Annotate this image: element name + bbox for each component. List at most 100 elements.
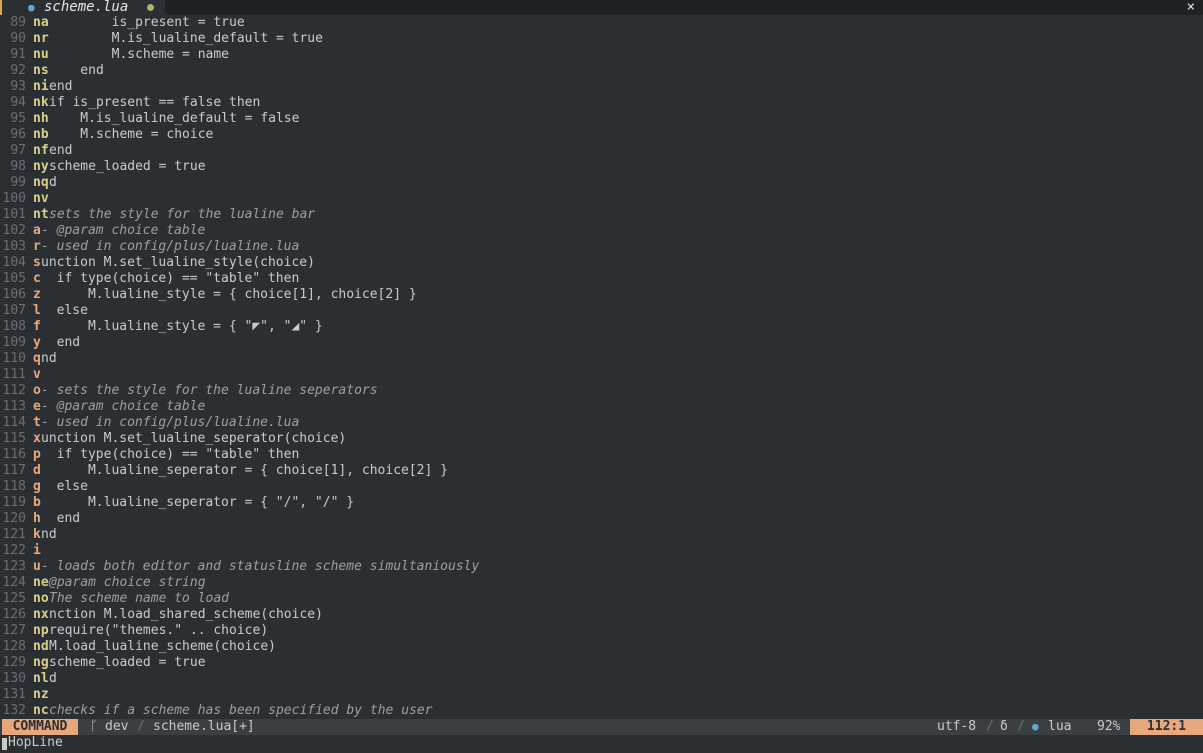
hop-hint-label[interactable]: k bbox=[33, 527, 41, 543]
code-line[interactable]: 98 ny scheme_loaded = true bbox=[0, 159, 1203, 175]
hop-hint-label[interactable]: o bbox=[33, 383, 41, 399]
code-line[interactable]: 131 nz bbox=[0, 687, 1203, 703]
code-line[interactable]: 99 nq d bbox=[0, 175, 1203, 191]
code-line[interactable]: 108 f M.lualine_style = { "◤", "◢" } bbox=[0, 319, 1203, 335]
hop-hint-label[interactable]: nf bbox=[33, 143, 49, 159]
code-line[interactable]: 95 nh M.is_lualine_default = false bbox=[0, 111, 1203, 127]
hop-hint-label[interactable]: nv bbox=[33, 191, 49, 207]
editor-buffer[interactable]: 89 na is_present = true 90 nr M.is_lualine_… bbox=[0, 15, 1203, 719]
code-line[interactable]: 122 i bbox=[0, 543, 1203, 559]
hop-hint-label[interactable]: np bbox=[33, 623, 49, 639]
hop-hint-label[interactable]: c bbox=[33, 271, 41, 287]
hop-hint-label[interactable]: g bbox=[33, 479, 41, 495]
code-line[interactable]: 126 nx nction M.load_shared_scheme(choice) bbox=[0, 607, 1203, 623]
code-line[interactable]: 90 nr M.is_lualine_default = true bbox=[0, 31, 1203, 47]
hop-hint-label[interactable]: f bbox=[33, 319, 41, 335]
hop-hint-label[interactable]: nd bbox=[33, 639, 49, 655]
line-number: 118 bbox=[2, 479, 26, 494]
hop-hint-label[interactable]: nx bbox=[33, 607, 49, 623]
hop-hint-label[interactable]: x bbox=[33, 431, 41, 447]
code-line[interactable]: 127 np require("themes." .. choice) bbox=[0, 623, 1203, 639]
code-line[interactable]: 125 no The scheme name to load bbox=[0, 591, 1203, 607]
code-line[interactable]: 111 v bbox=[0, 367, 1203, 383]
code-line[interactable]: 112 o - sets the style for the lualine sep… bbox=[0, 383, 1203, 399]
tab-scheme-lua[interactable]: ● scheme.lua bbox=[0, 0, 165, 15]
code-comment: - used in config/plus/lualine.lua bbox=[41, 239, 300, 254]
hop-hint-label[interactable]: nc bbox=[33, 703, 49, 719]
code-line[interactable]: 121 k nd bbox=[0, 527, 1203, 543]
hop-hint-label[interactable]: nb bbox=[33, 127, 49, 143]
hop-hint-label[interactable]: nz bbox=[33, 687, 49, 703]
code-line[interactable]: 107 l else bbox=[0, 303, 1203, 319]
code-line[interactable]: 96 nb M.scheme = choice bbox=[0, 127, 1203, 143]
hop-hint-label[interactable]: b bbox=[33, 495, 41, 511]
hop-hint-label[interactable]: ni bbox=[33, 79, 49, 95]
hop-hint-label[interactable]: nl bbox=[33, 671, 49, 687]
code-line[interactable]: 89 na is_present = true bbox=[0, 15, 1203, 31]
line-number: 114 bbox=[2, 415, 26, 430]
hop-hint-label[interactable]: nt bbox=[33, 207, 49, 223]
hop-hint-label[interactable]: h bbox=[33, 511, 41, 527]
code-line[interactable]: 91 nu M.scheme = name bbox=[0, 47, 1203, 63]
close-icon[interactable]: × bbox=[1187, 0, 1195, 15]
code-line[interactable]: 115 x unction M.set_lualine_seperator(choi… bbox=[0, 431, 1203, 447]
hop-hint-label[interactable]: y bbox=[33, 335, 41, 351]
code-line[interactable]: 132 nc checks if a scheme has been specifi… bbox=[0, 703, 1203, 719]
code-line[interactable]: 114 t - used in config/plus/lualine.lua bbox=[0, 415, 1203, 431]
hop-hint-label[interactable]: ne bbox=[33, 575, 49, 591]
code-line[interactable]: 101 nt sets the style for the lualine bar bbox=[0, 207, 1203, 223]
code-line[interactable]: 120 h end bbox=[0, 511, 1203, 527]
hop-hint-label[interactable]: a bbox=[33, 223, 41, 239]
hop-hint-label[interactable]: e bbox=[33, 399, 41, 415]
code-line[interactable]: 102 a - @param choice table bbox=[0, 223, 1203, 239]
line-number: 93 bbox=[10, 79, 26, 94]
code-line[interactable]: 110 q nd bbox=[0, 351, 1203, 367]
hop-hint-label[interactable]: l bbox=[33, 303, 41, 319]
code-text: end bbox=[41, 335, 81, 350]
code-line[interactable]: 124 ne @param choice string bbox=[0, 575, 1203, 591]
hop-hint-label[interactable]: p bbox=[33, 447, 41, 463]
code-line[interactable]: 93 ni end bbox=[0, 79, 1203, 95]
hop-hint-label[interactable]: na bbox=[33, 15, 49, 31]
code-line[interactable]: 106 z M.lualine_style = { choice[1], choi… bbox=[0, 287, 1203, 303]
code-line[interactable]: 97 nf end bbox=[0, 143, 1203, 159]
hop-hint-label[interactable]: s bbox=[33, 255, 41, 271]
hop-hint-label[interactable]: d bbox=[33, 463, 41, 479]
file-format-icon: δ bbox=[1000, 719, 1008, 734]
hop-hint-label[interactable]: ng bbox=[33, 655, 49, 671]
hop-hint-label[interactable]: u bbox=[33, 559, 41, 575]
code-line[interactable]: 116 p if type(choice) == "table" then bbox=[0, 447, 1203, 463]
code-line[interactable]: 130 nl d bbox=[0, 671, 1203, 687]
line-number: 129 bbox=[2, 655, 26, 670]
code-line[interactable]: 119 b M.lualine_seperator = { "/", "/" } bbox=[0, 495, 1203, 511]
hop-hint-label[interactable]: nh bbox=[33, 111, 49, 127]
hop-hint-label[interactable]: v bbox=[33, 367, 41, 383]
hop-hint-label[interactable]: ny bbox=[33, 159, 49, 175]
code-line[interactable]: 92 ns end bbox=[0, 63, 1203, 79]
code-line[interactable]: 94 nk if is_present == false then bbox=[0, 95, 1203, 111]
hop-hint-label[interactable]: z bbox=[33, 287, 41, 303]
code-line[interactable]: 118 g else bbox=[0, 479, 1203, 495]
hop-hint-label[interactable]: r bbox=[33, 239, 41, 255]
command-line[interactable]: HopLine bbox=[0, 735, 1203, 753]
code-line[interactable]: 129 ng scheme_loaded = true bbox=[0, 655, 1203, 671]
code-line[interactable]: 103 r - used in config/plus/lualine.lua bbox=[0, 239, 1203, 255]
code-line[interactable]: 117 d M.lualine_seperator = { choice[1], … bbox=[0, 463, 1203, 479]
code-line[interactable]: 128 nd M.load_lualine_scheme(choice) bbox=[0, 639, 1203, 655]
hop-hint-label[interactable]: nr bbox=[33, 31, 49, 47]
hop-hint-label[interactable]: nq bbox=[33, 175, 49, 191]
hop-hint-label[interactable]: no bbox=[33, 591, 49, 607]
code-line[interactable]: 109 y end bbox=[0, 335, 1203, 351]
code-line[interactable]: 100 nv bbox=[0, 191, 1203, 207]
hop-hint-label[interactable]: ns bbox=[33, 63, 49, 79]
code-line[interactable]: 104 s unction M.set_lualine_style(choice) bbox=[0, 255, 1203, 271]
code-line[interactable]: 123 u - loads both editor and statusline s… bbox=[0, 559, 1203, 575]
hop-hint-label[interactable]: nu bbox=[33, 47, 49, 63]
hop-hint-label[interactable]: nk bbox=[33, 95, 49, 111]
hop-hint-label[interactable]: i bbox=[33, 543, 41, 559]
code-comment: sets the style for the lualine bar bbox=[49, 207, 316, 222]
code-line[interactable]: 105 c if type(choice) == "table" then bbox=[0, 271, 1203, 287]
hop-hint-label[interactable]: q bbox=[33, 351, 41, 367]
code-line[interactable]: 113 e - @param choice table bbox=[0, 399, 1203, 415]
hop-hint-label[interactable]: t bbox=[33, 415, 41, 431]
